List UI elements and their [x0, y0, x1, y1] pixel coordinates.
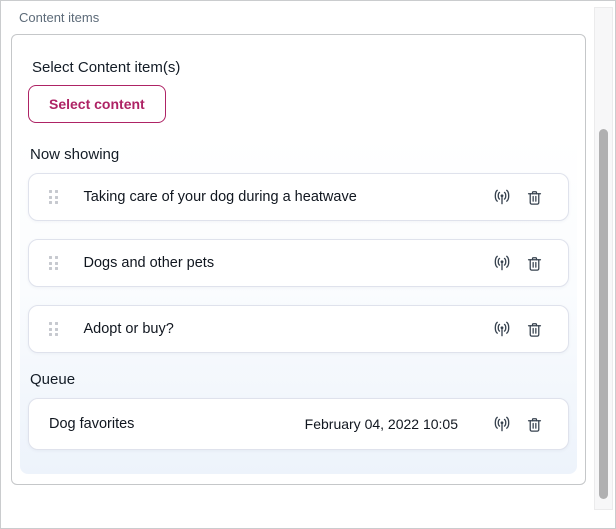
content-items-card: Select Content item(s) Select content No…: [11, 34, 586, 485]
content-items-panel: { "panel": { "label": "Content items", "…: [0, 0, 616, 529]
row-actions: [492, 319, 544, 340]
now-showing-label: Now showing: [30, 146, 569, 163]
panel-label: Content items: [1, 1, 615, 25]
content-item-title: Adopt or buy?: [84, 321, 174, 337]
now-showing-row: Dogs and other pets: [28, 239, 569, 287]
select-content-heading: Select Content item(s): [32, 59, 569, 76]
now-showing-row: Taking care of your dog during a heatwav…: [28, 173, 569, 221]
select-content-button[interactable]: Select content: [28, 85, 166, 123]
broadcast-icon[interactable]: [492, 319, 512, 339]
content-item-title: Dog favorites: [49, 416, 134, 432]
broadcast-icon[interactable]: [492, 253, 512, 273]
trash-icon[interactable]: [525, 319, 544, 340]
broadcast-icon[interactable]: [492, 414, 512, 434]
content-lists-dropzone: Now showing Taking care of your dog duri…: [20, 136, 577, 474]
content-item-title: Taking care of your dog during a heatwav…: [84, 189, 357, 205]
vertical-scrollbar-track[interactable]: [594, 7, 613, 510]
queue-item-datetime: February 04, 2022 10:05: [305, 416, 458, 432]
drag-handle-icon[interactable]: [49, 190, 58, 204]
row-actions: [492, 414, 544, 435]
content-item-title: Dogs and other pets: [84, 255, 215, 271]
row-actions: [492, 187, 544, 208]
trash-icon[interactable]: [525, 253, 544, 274]
queue-label: Queue: [30, 371, 569, 388]
trash-icon[interactable]: [525, 414, 544, 435]
queue-row: Dog favorites February 04, 2022 10:05: [28, 398, 569, 450]
now-showing-row: Adopt or buy?: [28, 305, 569, 353]
drag-handle-icon[interactable]: [49, 256, 58, 270]
drag-handle-icon[interactable]: [49, 322, 58, 336]
trash-icon[interactable]: [525, 187, 544, 208]
broadcast-icon[interactable]: [492, 187, 512, 207]
row-actions: [492, 253, 544, 274]
vertical-scrollbar-thumb[interactable]: [599, 129, 608, 499]
